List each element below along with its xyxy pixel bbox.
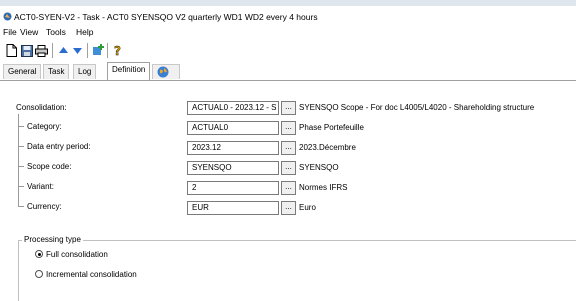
variant-description: Normes IFRS [299, 183, 348, 192]
arrow-up-icon[interactable] [56, 43, 71, 58]
tree-branch [18, 186, 24, 187]
globe-icon [157, 66, 169, 78]
currency-description: Euro [299, 203, 316, 212]
svg-text:?: ? [114, 44, 121, 57]
add-task-icon[interactable] [91, 43, 106, 58]
full-consolidation-label[interactable]: Full consolidation [46, 250, 108, 259]
consolidation-browse-button[interactable]: ... [281, 101, 296, 115]
category-description: Phase Portefeuille [299, 123, 364, 132]
category-label: Category: [27, 122, 62, 131]
category-browse-button[interactable]: ... [281, 121, 296, 135]
tab-general[interactable]: General [3, 64, 42, 79]
tree-line [18, 114, 19, 206]
tab-log[interactable]: Log [73, 64, 97, 79]
tree-branch [18, 206, 24, 207]
consolidation-field[interactable]: ACTUAL0 - 2023.12 - S [187, 101, 279, 115]
print-icon[interactable] [34, 43, 49, 58]
menu-view[interactable]: View [20, 27, 38, 37]
scope-code-label: Scope code: [27, 162, 72, 171]
arrow-down-icon[interactable] [70, 43, 85, 58]
scope-code-description: SYENSQO [299, 163, 339, 172]
consolidation-label: Consolidation: [16, 103, 67, 112]
data-entry-period-browse-button[interactable]: ... [281, 141, 296, 155]
currency-label: Currency: [27, 202, 62, 211]
toolbar-separator [52, 43, 53, 58]
tab-definition[interactable]: Definition [107, 62, 150, 80]
processing-type-label: Processing type [22, 235, 83, 244]
variant-label: Variant: [27, 182, 54, 191]
tab-globe[interactable] [152, 64, 180, 79]
data-entry-period-field[interactable]: 2023.12 [187, 141, 279, 155]
tree-branch [18, 166, 24, 167]
category-field[interactable]: ACTUAL0 [187, 121, 279, 135]
currency-field[interactable]: EUR [187, 201, 279, 215]
scope-code-browse-button[interactable]: ... [281, 161, 296, 175]
app-icon [3, 12, 12, 21]
save-icon[interactable] [19, 43, 34, 58]
data-entry-period-label: Data entry period: [27, 142, 91, 151]
toolbar-separator [107, 43, 108, 58]
incremental-consolidation-radio[interactable] [35, 270, 43, 278]
toolbar-separator [87, 43, 88, 58]
tree-branch [18, 146, 24, 147]
tab-task[interactable]: Task [43, 64, 70, 79]
full-consolidation-radio[interactable] [35, 250, 43, 258]
data-entry-period-description: 2023.Décembre [299, 143, 356, 152]
window-title: ACT0-SYEN-V2 - Task - ACT0 SYENSQO V2 qu… [14, 12, 318, 22]
menu-file[interactable]: File [3, 27, 17, 37]
new-document-icon[interactable] [4, 43, 19, 58]
help-icon[interactable]: ? [110, 43, 125, 58]
variant-browse-button[interactable]: ... [281, 181, 296, 195]
variant-field[interactable]: 2 [187, 181, 279, 195]
consolidation-description: SYENSQO Scope - For doc L4005/L4020 - Sh… [299, 103, 535, 112]
tree-branch [18, 126, 24, 127]
currency-browse-button[interactable]: ... [281, 201, 296, 215]
menu-help[interactable]: Help [76, 27, 93, 37]
window-top-border [0, 0, 576, 6]
menu-tools[interactable]: Tools [46, 27, 66, 37]
incremental-consolidation-label[interactable]: Incremental consolidation [46, 270, 137, 279]
scope-code-field[interactable]: SYENSQO [187, 161, 279, 175]
